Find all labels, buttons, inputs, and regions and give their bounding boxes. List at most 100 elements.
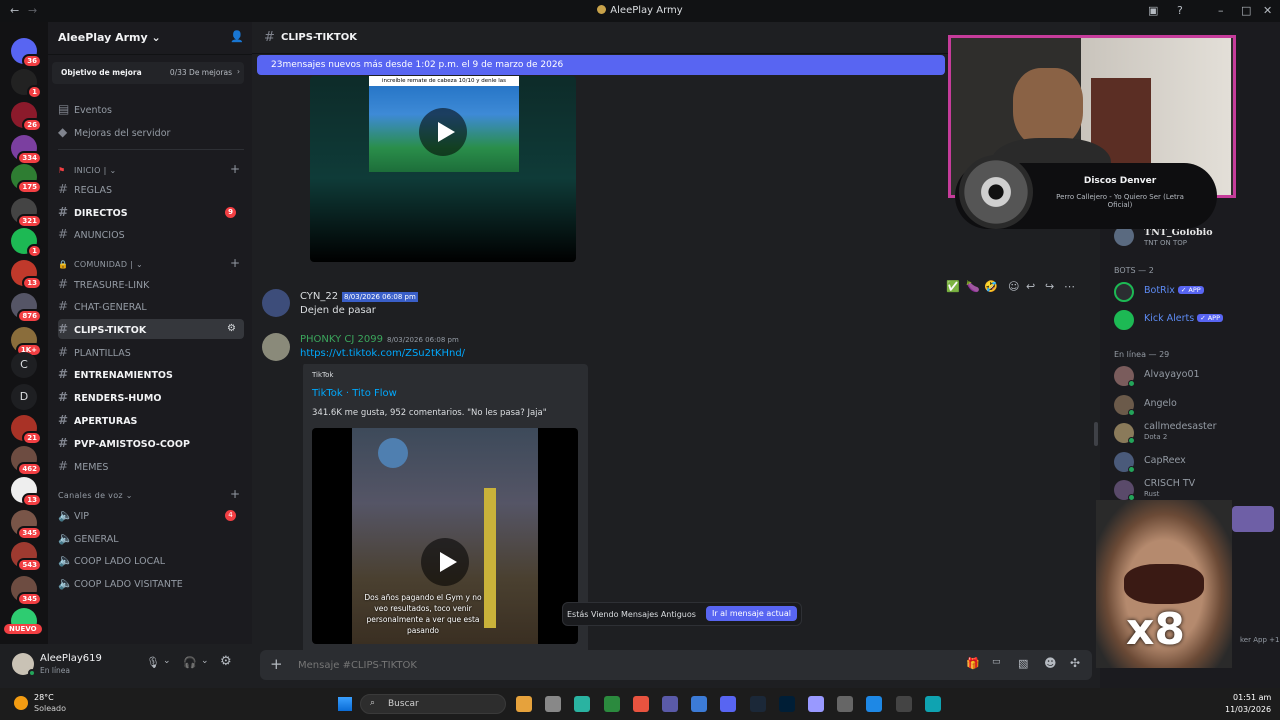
inbox-icon[interactable]: ▣: [1148, 4, 1158, 17]
message-input[interactable]: [298, 656, 918, 674]
server-icon[interactable]: 543: [11, 542, 42, 572]
server-icon[interactable]: 876: [11, 293, 42, 323]
gift-icon[interactable]: 🎁: [966, 657, 980, 670]
sticker-icon[interactable]: ▧: [1018, 657, 1028, 670]
taskbar-app-icon[interactable]: [778, 696, 795, 712]
server-icon[interactable]: 21: [11, 415, 42, 445]
clock-time[interactable]: 01:51 am: [1233, 693, 1271, 702]
voice-channel[interactable]: 🔈COOP LADO VISITANTE: [58, 573, 244, 593]
voice-channel[interactable]: 🔈COOP LADO LOCAL: [58, 550, 244, 570]
server-boosts-link[interactable]: ◆ Mejoras del servidor: [58, 122, 244, 142]
server-name[interactable]: AleePlay Army ⌄: [58, 31, 161, 44]
events-link[interactable]: ▤ Eventos: [58, 99, 244, 119]
help-icon[interactable]: ?: [1177, 4, 1183, 17]
taskbar-app-icon[interactable]: [545, 696, 562, 712]
username[interactable]: AleePlay619: [40, 653, 102, 664]
server-icon[interactable]: 1: [11, 228, 42, 258]
member-item[interactable]: CapReex: [1114, 450, 1274, 476]
member-item[interactable]: Angelo: [1114, 393, 1274, 419]
server-icon[interactable]: D: [11, 384, 37, 410]
add-reaction-icon[interactable]: ☺: [1008, 280, 1019, 293]
taskbar-app-icon[interactable]: [866, 696, 883, 712]
new-messages-bar[interactable]: 23mensajes nuevos más desde 1:02 p.m. el…: [257, 55, 945, 75]
emoji-icon[interactable]: ☻: [1044, 656, 1057, 670]
server-icon[interactable]: 334: [11, 135, 42, 165]
maximize-icon[interactable]: □: [1241, 4, 1251, 17]
minimize-icon[interactable]: –: [1218, 4, 1224, 17]
chevron-down-icon[interactable]: ⌄: [201, 656, 209, 666]
channel-entrenamientos[interactable]: # ENTRENAMIENTOS: [58, 364, 244, 384]
taskbar-app-icon[interactable]: [720, 696, 737, 712]
add-attachment-icon[interactable]: +: [270, 655, 283, 673]
video-embed[interactable]: Dos años pagando el Gym y no veo resulta…: [312, 428, 578, 644]
server-icon[interactable]: 321: [11, 198, 42, 228]
member-item[interactable]: callmedesaster Dota 2: [1114, 421, 1274, 447]
taskbar-app-icon[interactable]: [632, 696, 649, 712]
scrollbar-thumb[interactable]: [1094, 422, 1098, 446]
forward-icon[interactable]: ↪: [1045, 280, 1054, 293]
microphone-icon[interactable]: 🎙: [146, 656, 160, 669]
channel-renders-humo[interactable]: # RENDERS-HUMO: [58, 387, 244, 407]
play-icon[interactable]: [419, 108, 467, 156]
taskbar-app-icon[interactable]: [691, 696, 708, 712]
close-icon[interactable]: ✕: [1263, 4, 1272, 17]
channel-treasure-link[interactable]: # TREASURE-LINK: [58, 274, 244, 294]
taskbar-app-icon[interactable]: [924, 696, 941, 712]
weather-temp[interactable]: 28°C: [34, 693, 54, 702]
message-author[interactable]: PHONKY CJ 2099: [300, 334, 383, 345]
category-voice[interactable]: Canales de voz ⌄: [58, 491, 133, 500]
server-icon[interactable]: 36: [11, 38, 42, 68]
server-icon[interactable]: 13: [11, 477, 42, 507]
reply-icon[interactable]: ↩: [1026, 280, 1035, 293]
laugh-reaction-icon[interactable]: 🤣: [984, 280, 998, 293]
server-icon[interactable]: C: [11, 352, 37, 378]
play-icon[interactable]: [421, 538, 469, 586]
server-icon[interactable]: 345: [11, 576, 42, 606]
channel-chat-general[interactable]: # CHAT-GENERAL: [58, 296, 244, 316]
channel-plantillas[interactable]: # PLANTILLAS: [58, 342, 244, 362]
server-icon[interactable]: 345: [11, 510, 42, 540]
add-channel-icon[interactable]: +: [230, 256, 240, 270]
taskbar-search[interactable]: ⌕ Buscar: [360, 694, 506, 714]
channel-pvp-amistoso-coop[interactable]: # PVP-AMISTOSO-COOP: [58, 433, 244, 453]
server-icon[interactable]: 13: [11, 260, 42, 290]
chevron-down-icon[interactable]: ⌄: [163, 656, 171, 666]
headphones-icon[interactable]: 🎧: [183, 656, 197, 669]
voice-channel[interactable]: 🔈VIP 4: [58, 505, 244, 525]
channel-memes[interactable]: # MEMES: [58, 456, 244, 476]
avatar[interactable]: [262, 333, 290, 361]
eggplant-reaction-icon[interactable]: 🍆: [966, 280, 980, 293]
taskbar-app-icon[interactable]: [516, 696, 532, 712]
channel-reglas[interactable]: # REGLAS: [58, 179, 244, 199]
invite-people-icon[interactable]: 👤: [230, 30, 244, 43]
bot-member[interactable]: Kick Alerts ✓ APP: [1114, 308, 1274, 334]
voice-channel[interactable]: 🔈GENERAL: [58, 528, 244, 548]
gif-icon[interactable]: ▭: [992, 657, 1001, 667]
channel-aperturas[interactable]: # APERTURAS: [58, 410, 244, 430]
taskbar-app-icon[interactable]: [895, 696, 912, 712]
message-author[interactable]: CYN_22: [300, 291, 338, 302]
add-channel-icon[interactable]: +: [230, 162, 240, 176]
server-icon[interactable]: 175: [11, 164, 42, 194]
jump-to-present-button[interactable]: Ir al mensaje actual: [705, 606, 797, 621]
windows-start-icon[interactable]: [338, 697, 352, 711]
add-channel-icon[interactable]: +: [230, 487, 240, 501]
avatar[interactable]: [262, 289, 290, 317]
channel-anuncios[interactable]: # ANUNCIOS: [58, 224, 244, 244]
channel-clips-tiktok[interactable]: # CLIPS-TIKTOK ⚙: [58, 319, 244, 339]
channel-settings-icon[interactable]: ⚙: [227, 319, 236, 339]
category-inicio[interactable]: ⚑ INICIO | ⌄: [58, 166, 116, 175]
boost-goal[interactable]: Objetivo de mejora 0/33 De mejoras ›: [52, 62, 244, 84]
bot-member[interactable]: BotRix ✓ APP: [1114, 280, 1274, 306]
server-icon[interactable]: 26: [11, 102, 42, 132]
apps-icon[interactable]: ✣: [1070, 656, 1080, 670]
check-reaction-icon[interactable]: ✅: [946, 280, 960, 293]
more-icon[interactable]: ⋯: [1064, 280, 1075, 293]
server-icon[interactable]: 1K+: [11, 327, 42, 357]
channel-directos[interactable]: # DIRECTOS 9: [58, 202, 244, 222]
category-comunidad[interactable]: 🔒 COMUNIDAD | ⌄: [58, 260, 143, 269]
server-icon[interactable]: 1: [11, 69, 42, 99]
tiktok-link[interactable]: https://vt.tiktok.com/ZSu2tKHnd/: [300, 348, 465, 359]
taskbar-app-icon[interactable]: [837, 696, 854, 712]
member-item[interactable]: Alvayayo01: [1114, 364, 1274, 390]
